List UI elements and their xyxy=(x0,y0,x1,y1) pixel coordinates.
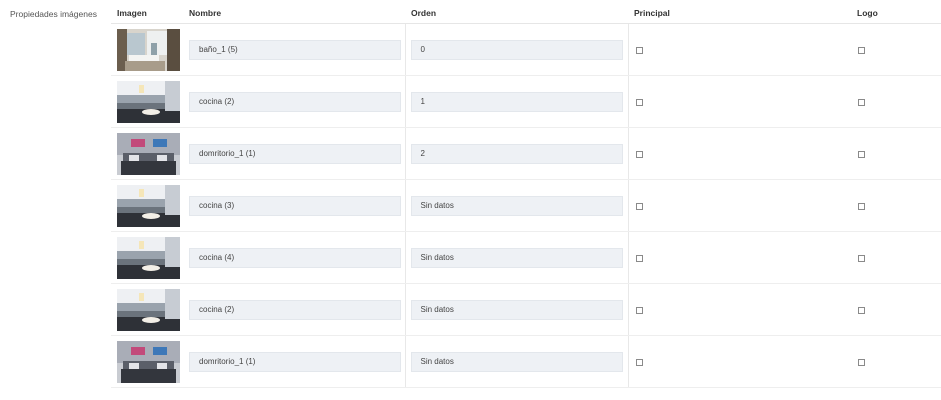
principal-checkbox[interactable] xyxy=(635,46,643,54)
orden-field[interactable]: Sin datos xyxy=(410,247,623,268)
orden-cell: Sin datos xyxy=(405,335,629,388)
nombre-field[interactable]: baño_1 (5) xyxy=(189,39,401,60)
logo-checkbox[interactable] xyxy=(858,358,865,366)
principal-checkbox[interactable] xyxy=(635,98,643,106)
principal-checkbox[interactable] xyxy=(635,202,643,210)
nombre-field[interactable]: domritorio_1 (1) xyxy=(189,351,401,372)
logo-cell xyxy=(851,231,941,284)
thumbnail-image[interactable] xyxy=(117,340,183,383)
orden-cell: Sin datos xyxy=(405,283,629,336)
principal-cell xyxy=(628,231,851,284)
orden-field[interactable]: 2 xyxy=(410,143,623,164)
image-cell xyxy=(111,335,183,388)
logo-checkbox[interactable] xyxy=(858,150,865,158)
nombre-field[interactable]: cocina (2) xyxy=(189,91,401,112)
table-row: domritorio_1 (1) Sin datos xyxy=(111,335,941,388)
logo-cell xyxy=(851,179,941,232)
thumbnail-image[interactable] xyxy=(117,132,183,175)
table-row: cocina (4) Sin datos xyxy=(111,231,941,284)
table-row: cocina (3) Sin datos xyxy=(111,179,941,232)
nombre-field[interactable]: cocina (4) xyxy=(189,247,401,268)
logo-cell xyxy=(851,335,941,388)
logo-cell xyxy=(851,75,941,128)
principal-cell xyxy=(628,75,851,128)
image-cell xyxy=(111,75,183,128)
orden-cell: 1 xyxy=(405,75,629,128)
principal-cell xyxy=(628,127,851,180)
logo-cell xyxy=(851,283,941,336)
principal-checkbox[interactable] xyxy=(635,150,643,158)
nombre-cell: cocina (4) xyxy=(183,231,406,284)
principal-checkbox[interactable] xyxy=(635,358,643,366)
nombre-cell: cocina (3) xyxy=(183,179,406,232)
principal-cell xyxy=(628,23,851,76)
image-cell xyxy=(111,23,183,76)
nombre-cell: baño_1 (5) xyxy=(183,23,406,76)
nombre-field[interactable]: cocina (2) xyxy=(189,299,401,320)
image-cell xyxy=(111,231,183,284)
nombre-cell: domritorio_1 (1) xyxy=(183,335,406,388)
orden-field[interactable]: Sin datos xyxy=(410,195,623,216)
thumbnail-image[interactable] xyxy=(117,80,183,123)
orden-cell: 2 xyxy=(405,127,629,180)
logo-cell xyxy=(851,23,941,76)
table-row: cocina (2) 1 xyxy=(111,75,941,128)
nombre-cell: cocina (2) xyxy=(183,283,406,336)
column-header-nombre: Nombre xyxy=(183,3,405,24)
orden-cell: Sin datos xyxy=(405,231,629,284)
orden-cell: Sin datos xyxy=(405,179,629,232)
image-cell xyxy=(111,179,183,232)
images-table: Imagen Nombre Orden Principal Logo baño_… xyxy=(111,3,941,388)
principal-checkbox[interactable] xyxy=(635,254,643,262)
section-label: Propiedades imágenes xyxy=(10,9,97,19)
nombre-field[interactable]: domritorio_1 (1) xyxy=(189,143,401,164)
logo-checkbox[interactable] xyxy=(858,254,865,262)
thumbnail-image[interactable] xyxy=(117,288,183,331)
nombre-cell: cocina (2) xyxy=(183,75,406,128)
orden-field[interactable]: 1 xyxy=(410,91,623,112)
nombre-field[interactable]: cocina (3) xyxy=(189,195,401,216)
table-header-row: Imagen Nombre Orden Principal Logo xyxy=(111,3,941,24)
table-row: baño_1 (5) 0 xyxy=(111,23,941,76)
principal-cell xyxy=(628,335,851,388)
logo-checkbox[interactable] xyxy=(858,202,865,210)
orden-field[interactable]: 0 xyxy=(410,39,623,60)
principal-cell xyxy=(628,179,851,232)
column-header-orden: Orden xyxy=(405,3,628,24)
nombre-cell: domritorio_1 (1) xyxy=(183,127,406,180)
thumbnail-image[interactable] xyxy=(117,184,183,227)
image-cell xyxy=(111,127,183,180)
logo-checkbox[interactable] xyxy=(858,98,865,106)
principal-cell xyxy=(628,283,851,336)
thumbnail-image[interactable] xyxy=(117,28,183,71)
table-row: cocina (2) Sin datos xyxy=(111,283,941,336)
principal-checkbox[interactable] xyxy=(635,306,643,314)
column-header-logo: Logo xyxy=(851,3,941,24)
logo-cell xyxy=(851,127,941,180)
orden-field[interactable]: Sin datos xyxy=(410,299,623,320)
column-header-imagen: Imagen xyxy=(111,3,183,24)
orden-field[interactable]: Sin datos xyxy=(410,351,623,372)
table-row: domritorio_1 (1) 2 xyxy=(111,127,941,180)
logo-checkbox[interactable] xyxy=(858,46,865,54)
thumbnail-image[interactable] xyxy=(117,236,183,279)
image-cell xyxy=(111,283,183,336)
column-header-principal: Principal xyxy=(628,3,851,24)
orden-cell: 0 xyxy=(405,23,629,76)
logo-checkbox[interactable] xyxy=(858,306,865,314)
